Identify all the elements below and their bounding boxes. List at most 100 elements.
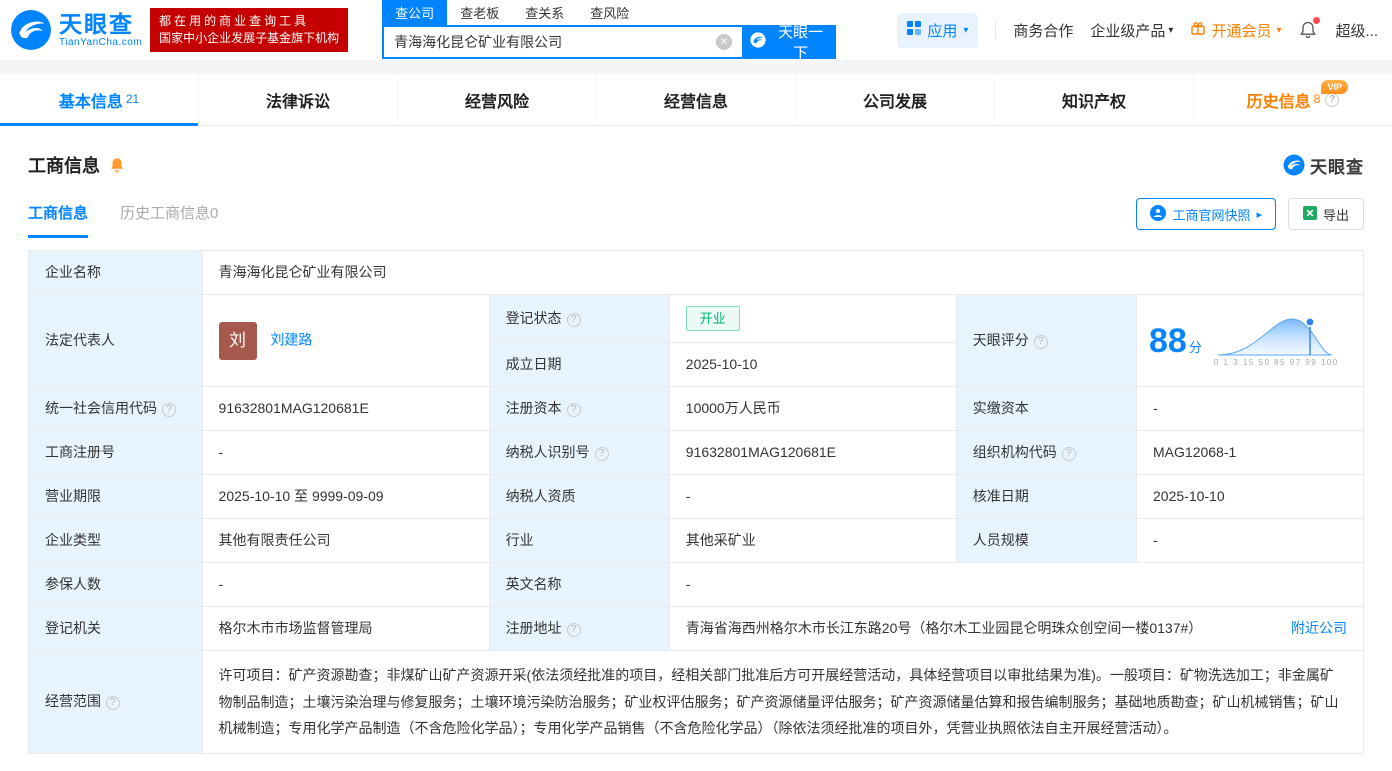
clear-icon[interactable]: × bbox=[716, 34, 732, 50]
tab-basic-info[interactable]: 基本信息 21 bbox=[0, 74, 198, 125]
help-icon[interactable]: ? bbox=[567, 403, 581, 417]
search-tab-relation[interactable]: 查关系 bbox=[512, 0, 577, 25]
section-title: 工商信息 bbox=[28, 152, 100, 178]
table-row: 企业名称 青海海化昆仑矿业有限公司 bbox=[29, 251, 1364, 295]
legal-rep-link[interactable]: 刘建路 bbox=[270, 331, 312, 347]
help-icon[interactable]: ? bbox=[1325, 93, 1339, 107]
reg-number-value: - bbox=[202, 431, 489, 475]
export-button[interactable]: 导出 bbox=[1288, 198, 1364, 230]
search-tab-company[interactable]: 查公司 bbox=[382, 0, 447, 25]
taxpayer-quality-label: 纳税人资质 bbox=[489, 475, 669, 519]
official-snapshot-button[interactable]: 工商官网快照 ▸ bbox=[1136, 198, 1276, 230]
export-label: 导出 bbox=[1323, 205, 1349, 224]
subscribe-bell-icon[interactable] bbox=[108, 156, 126, 174]
tab-company-development[interactable]: 公司发展 bbox=[795, 74, 994, 125]
industry-value: 其他采矿业 bbox=[669, 519, 956, 563]
table-row: 工商注册号 - 纳税人识别号? 91632801MAG120681E 组织机构代… bbox=[29, 431, 1364, 475]
tab-operation-info-label: 经营信息 bbox=[664, 88, 728, 112]
help-icon[interactable]: ? bbox=[162, 403, 176, 417]
subtab-business-info[interactable]: 工商信息 bbox=[28, 202, 88, 238]
help-icon[interactable]: ? bbox=[595, 447, 609, 461]
help-icon[interactable]: ? bbox=[106, 696, 120, 710]
table-row: 参保人数 - 英文名称 - bbox=[29, 563, 1364, 607]
business-cooperation-link[interactable]: 商务合作 bbox=[1013, 20, 1073, 41]
section-header: 工商信息 天眼查 bbox=[28, 152, 1364, 178]
approval-date-label: 核准日期 bbox=[956, 475, 1136, 519]
help-icon[interactable]: ? bbox=[1062, 447, 1076, 461]
excel-export-icon bbox=[1303, 206, 1317, 223]
tianyancha-watermark-logo: 天眼查 bbox=[1283, 153, 1364, 178]
tab-history-info-label: 历史信息 bbox=[1247, 88, 1311, 112]
help-icon[interactable]: ? bbox=[567, 623, 581, 637]
staff-size-label: 人员规模 bbox=[956, 519, 1136, 563]
subtab-history-business-info[interactable]: 历史工商信息0 bbox=[120, 202, 218, 238]
tab-legal-proceedings[interactable]: 法律诉讼 bbox=[198, 74, 397, 125]
legal-rep-avatar[interactable]: 刘 bbox=[219, 322, 257, 360]
help-icon[interactable]: ? bbox=[1034, 335, 1048, 349]
company-detail-tabs: 基本信息 21 法律诉讼 经营风险 经营信息 公司发展 知识产权 VIP 历史信… bbox=[0, 74, 1392, 126]
reg-authority-label: 登记机关 bbox=[29, 607, 203, 651]
table-row: 经营范围? 许可项目：矿产资源勘查；非煤矿山矿产资源开采(依法须经批准的项目，经… bbox=[29, 651, 1364, 754]
notification-bell-icon[interactable] bbox=[1298, 20, 1318, 40]
approval-date-value: 2025-10-10 bbox=[1137, 475, 1364, 519]
english-name-value: - bbox=[669, 563, 1363, 607]
business-term-value: 2025-10-10 至 9999-09-09 bbox=[202, 475, 489, 519]
chevron-down-icon: ▾ bbox=[1168, 25, 1173, 36]
org-code-value: MAG12068-1 bbox=[1137, 431, 1364, 475]
enterprise-products-menu[interactable]: 企业级产品 ▾ bbox=[1090, 20, 1173, 41]
paid-capital-label: 实缴资本 bbox=[956, 387, 1136, 431]
header-separator bbox=[0, 60, 1392, 74]
business-scope-value: 许可项目：矿产资源勘查；非煤矿山矿产资源开采(依法须经批准的项目，经相关部门批准… bbox=[202, 651, 1363, 754]
tianyancha-logo[interactable]: 天眼查 TianYanCha.com bbox=[10, 9, 142, 51]
chevron-down-icon: ▾ bbox=[963, 25, 968, 36]
table-row: 统一社会信用代码? 91632801MAG120681E 注册资本? 10000… bbox=[29, 387, 1364, 431]
company-name-label: 企业名称 bbox=[29, 251, 203, 295]
search-button[interactable]: 天眼一下 bbox=[744, 25, 836, 59]
enterprise-products-label: 企业级产品 bbox=[1090, 20, 1165, 41]
taxpayer-id-value: 91632801MAG120681E bbox=[669, 431, 956, 475]
tab-intellectual-property[interactable]: 知识产权 bbox=[994, 74, 1193, 125]
super-member-link[interactable]: 超级... bbox=[1335, 20, 1378, 41]
reg-address-label: 注册地址? bbox=[489, 607, 669, 651]
company-type-label: 企业类型 bbox=[29, 519, 203, 563]
gift-icon bbox=[1190, 20, 1206, 40]
search-input[interactable] bbox=[384, 34, 716, 50]
divider bbox=[995, 21, 996, 39]
arrow-right-icon: ▸ bbox=[1256, 208, 1262, 221]
reg-status-value: 开业 bbox=[669, 295, 956, 343]
industry-label: 行业 bbox=[489, 519, 669, 563]
business-info-table: 企业名称 青海海化昆仑矿业有限公司 法定代表人 刘 刘建路 登记状态? 开业 天… bbox=[28, 250, 1364, 754]
reg-address-cell: 青海省海西州格尔木市长江东路20号（格尔木工业园昆仑明珠众创空间一楼0137#）… bbox=[669, 607, 1363, 651]
tab-intellectual-property-label: 知识产权 bbox=[1062, 88, 1126, 112]
tab-operation-risk[interactable]: 经营风险 bbox=[397, 74, 596, 125]
tab-history-info[interactable]: VIP 历史信息 8 ? bbox=[1193, 74, 1392, 125]
search-button-label: 天眼一下 bbox=[771, 21, 830, 63]
tab-company-development-label: 公司发展 bbox=[863, 88, 927, 112]
search-tabs: 查公司 查老板 查关系 查风险 bbox=[382, 0, 836, 25]
org-code-label-text: 组织机构代码 bbox=[973, 444, 1057, 460]
snapshot-camera-icon bbox=[1150, 205, 1166, 224]
business-scope-label: 经营范围? bbox=[29, 651, 203, 754]
paid-capital-value: - bbox=[1137, 387, 1364, 431]
brand-name: 天眼查 bbox=[59, 12, 142, 36]
search-tab-boss[interactable]: 查老板 bbox=[447, 0, 512, 25]
chevron-down-icon: ▾ bbox=[1276, 25, 1281, 36]
apps-menu[interactable]: 应用 ▾ bbox=[897, 13, 978, 48]
search-area: 查公司 查老板 查关系 查风险 × 天眼一下 bbox=[382, 1, 836, 59]
help-icon[interactable]: ? bbox=[567, 313, 581, 327]
vip-upgrade-link[interactable]: 开通会员 ▾ bbox=[1190, 20, 1281, 41]
tab-operation-risk-label: 经营风险 bbox=[465, 88, 529, 112]
subtab-row: 工商信息 历史工商信息0 工商官网快照 ▸ 导出 bbox=[28, 198, 1364, 238]
nearby-companies-link[interactable]: 附近公司 bbox=[1291, 618, 1347, 639]
established-date-value: 2025-10-10 bbox=[669, 343, 956, 387]
tab-legal-proceedings-label: 法律诉讼 bbox=[266, 88, 330, 112]
search-tab-risk[interactable]: 查风险 bbox=[577, 0, 642, 25]
company-name-value: 青海海化昆仑矿业有限公司 bbox=[202, 251, 1363, 295]
reg-authority-value: 格尔木市市场监督管理局 bbox=[202, 607, 489, 651]
slogan-badge: 都在用的商业查询工具 国家中小企业发展子基金旗下机构 bbox=[150, 8, 348, 52]
org-code-label: 组织机构代码? bbox=[956, 431, 1136, 475]
english-name-label: 英文名称 bbox=[489, 563, 669, 607]
taxpayer-quality-value: - bbox=[669, 475, 956, 519]
tyc-score-label: 天眼评分? bbox=[956, 295, 1136, 387]
tab-operation-info[interactable]: 经营信息 bbox=[596, 74, 795, 125]
